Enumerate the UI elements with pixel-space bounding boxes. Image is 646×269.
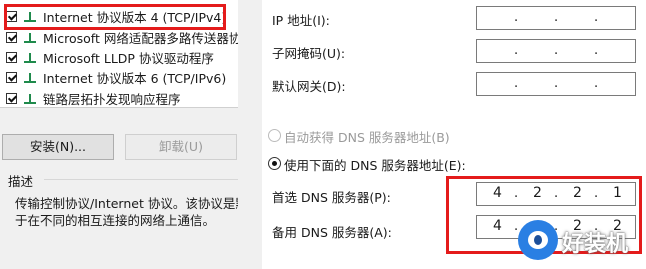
subnet-mask-label: 子网掩码(U): bbox=[272, 46, 346, 61]
properties-left-panel: Internet 协议版本 4 (TCP/IPv4) Microsoft 网络适… bbox=[0, 0, 248, 269]
list-divider bbox=[0, 107, 238, 108]
component-list[interactable]: Internet 协议版本 4 (TCP/IPv4) Microsoft 网络适… bbox=[0, 0, 238, 107]
list-item-label: Internet 协议版本 6 (TCP/IPv6) bbox=[43, 71, 227, 86]
list-item-lltd-responder[interactable]: 链路层拓扑发现响应程序 bbox=[6, 90, 181, 107]
auto-dns-label: 自动获得 DNS 服务器地址(B) bbox=[284, 130, 450, 145]
description-title: 描述 bbox=[8, 174, 34, 189]
radio-manual-dns[interactable] bbox=[268, 157, 281, 170]
network-protocol-icon bbox=[23, 93, 37, 105]
list-item-label: Microsoft 网络适配器多路传送器协 bbox=[43, 31, 238, 46]
checkbox-lldp[interactable] bbox=[6, 52, 17, 63]
list-item-label: 链路层拓扑发现响应程序 bbox=[43, 92, 181, 107]
ip-address-label: IP 地址(I): bbox=[272, 13, 330, 28]
checkbox-lltd-responder[interactable] bbox=[6, 93, 17, 104]
checkbox-multiplexor[interactable] bbox=[6, 32, 17, 43]
preferred-dns-label: 首选 DNS 服务器(P): bbox=[272, 190, 391, 205]
subnet-mask-field[interactable]: ... bbox=[476, 39, 636, 63]
network-protocol-icon bbox=[23, 72, 37, 84]
description-divider bbox=[44, 179, 238, 180]
watermark: 好装机 bbox=[518, 216, 646, 269]
ipv4-highlight-box bbox=[4, 4, 226, 30]
default-gateway-field[interactable]: ... bbox=[476, 72, 636, 96]
default-gateway-label: 默认网关(D): bbox=[272, 79, 346, 94]
list-item-label: Microsoft LLDP 协议驱动程序 bbox=[43, 51, 214, 66]
list-item-multiplexor[interactable]: Microsoft 网络适配器多路传送器协 bbox=[6, 29, 238, 46]
network-protocol-icon bbox=[23, 32, 37, 44]
uninstall-button[interactable]: 卸载(U) bbox=[125, 134, 237, 160]
manual-dns-label: 使用下面的 DNS 服务器地址(E): bbox=[284, 158, 466, 173]
watermark-logo-icon bbox=[518, 220, 558, 260]
window-gap bbox=[238, 0, 262, 269]
install-button[interactable]: 安装(N)... bbox=[2, 134, 114, 160]
description-text-line-2: 于在不同的相互连接的网络上通信。 bbox=[15, 213, 216, 228]
list-item-lldp[interactable]: Microsoft LLDP 协议驱动程序 bbox=[6, 49, 214, 66]
ip-address-field[interactable]: ... bbox=[476, 6, 636, 30]
list-item-ipv6[interactable]: Internet 协议版本 6 (TCP/IPv6) bbox=[6, 69, 226, 86]
alternate-dns-label: 备用 DNS 服务器(A): bbox=[272, 225, 392, 240]
checkbox-ipv6[interactable] bbox=[6, 72, 17, 83]
network-protocol-icon bbox=[23, 52, 37, 64]
watermark-text: 好装机 bbox=[562, 232, 629, 257]
radio-auto-dns[interactable] bbox=[268, 129, 281, 142]
